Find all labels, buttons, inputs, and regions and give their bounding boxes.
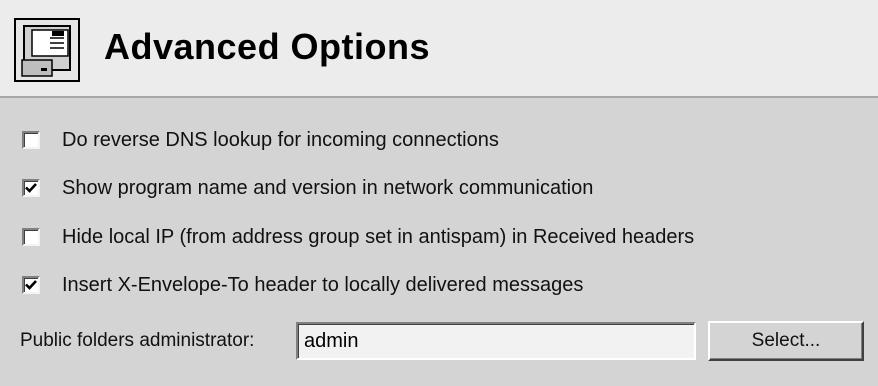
show-program-name-checkbox[interactable] — [22, 179, 40, 197]
check-mark-icon — [25, 280, 37, 290]
hide-local-ip-label: Hide local IP (from address group set in… — [62, 225, 695, 248]
public-folders-label: Public folders administrator: — [20, 330, 255, 351]
option-show-program-name[interactable]: Show program name and version in network… — [22, 175, 593, 201]
select-button[interactable]: Select... — [708, 321, 864, 361]
check-mark-icon — [25, 183, 37, 193]
insert-envelope-to-label: Insert X-Envelope-To header to locally d… — [62, 273, 584, 296]
reverse-dns-checkbox[interactable] — [22, 131, 40, 149]
option-hide-local-ip[interactable]: Hide local IP (from address group set in… — [22, 224, 694, 250]
options-panel: Do reverse DNS lookup for incoming conne… — [0, 98, 878, 386]
option-insert-envelope-to[interactable]: Insert X-Envelope-To header to locally d… — [22, 272, 583, 298]
option-reverse-dns[interactable]: Do reverse DNS lookup for incoming conne… — [22, 127, 499, 153]
public-folders-admin-input[interactable] — [296, 322, 696, 360]
insert-envelope-to-checkbox[interactable] — [22, 276, 40, 294]
hide-local-ip-checkbox[interactable] — [22, 228, 40, 246]
reverse-dns-label: Do reverse DNS lookup for incoming conne… — [62, 128, 499, 151]
show-program-name-label: Show program name and version in network… — [62, 176, 594, 199]
panel-window-icon — [14, 18, 80, 82]
page-title: Advanced Options — [104, 26, 431, 67]
page-header: Advanced Options — [0, 0, 878, 98]
